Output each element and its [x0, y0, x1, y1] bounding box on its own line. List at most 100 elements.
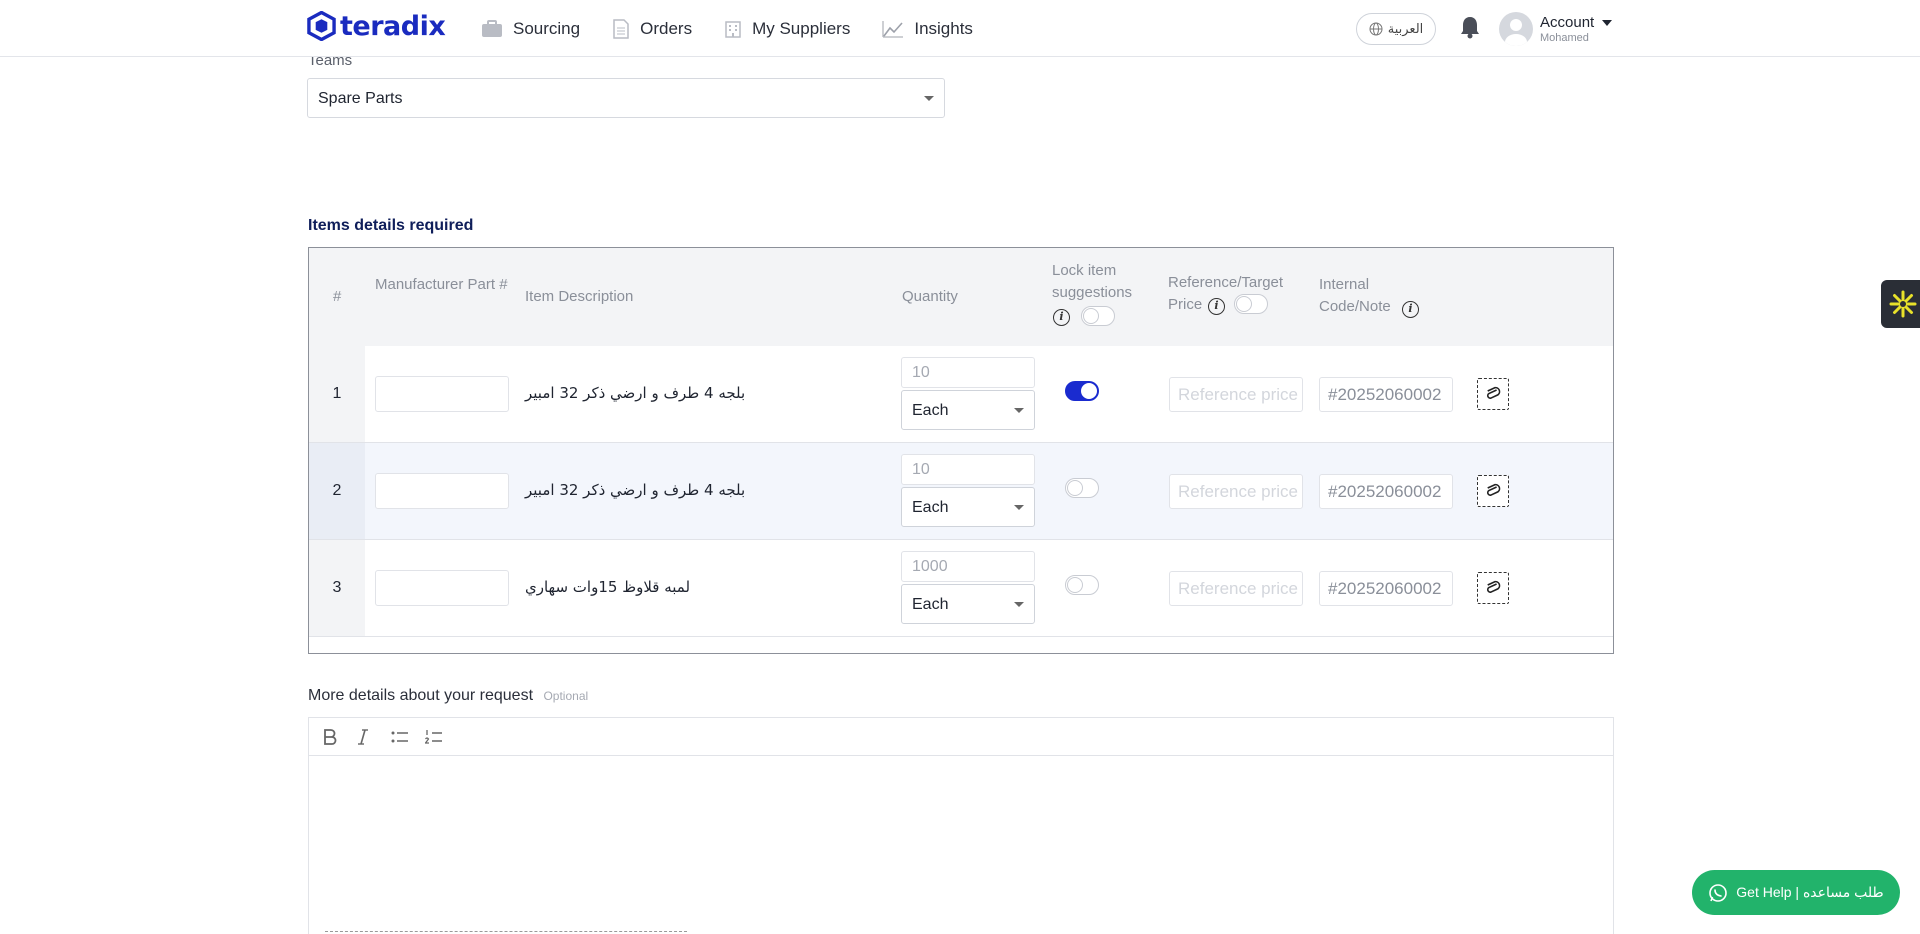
- optional-hint: Optional: [543, 689, 589, 703]
- table-row: 2 بلجه 4 طرف و ارضي ذكر 32 امبير 10 Each…: [309, 443, 1613, 540]
- unit-value: Each: [912, 499, 949, 516]
- nav-insights[interactable]: Insights: [882, 19, 973, 39]
- internal-code-input[interactable]: #20252060002: [1319, 571, 1453, 606]
- row-number: 1: [309, 346, 365, 442]
- italic-icon: [358, 728, 368, 745]
- reference-price-input[interactable]: Reference price: [1169, 571, 1303, 606]
- nav-insights-label: Insights: [914, 18, 973, 38]
- language-switch-button[interactable]: العربية: [1356, 13, 1436, 45]
- row-number: 3: [309, 540, 365, 636]
- lock-all-toggle[interactable]: [1081, 306, 1115, 326]
- attach-file-button[interactable]: [1477, 475, 1509, 507]
- code-info-icon[interactable]: i: [1402, 301, 1419, 318]
- chevron-down-icon: [1602, 19, 1613, 26]
- items-table: # Manufacturer Part # Item Description Q…: [308, 247, 1614, 654]
- rich-text-editor[interactable]: [308, 717, 1614, 934]
- account-name-row: Account: [1540, 14, 1613, 31]
- ref-price-toggle[interactable]: [1234, 294, 1268, 314]
- nav-my-suppliers[interactable]: My Suppliers: [724, 19, 850, 39]
- account-username: Mohamed: [1540, 32, 1589, 44]
- editor-toolbar: [309, 718, 1613, 756]
- unit-select[interactable]: Each: [901, 487, 1035, 527]
- item-description: لمبه قلاوظ 15وات سهاري: [525, 578, 691, 596]
- chevron-down-icon: [1014, 602, 1024, 607]
- mpn-input[interactable]: [375, 570, 509, 606]
- bullet-list-button[interactable]: [391, 725, 425, 749]
- row-number: 2: [309, 443, 365, 539]
- teradix-logo[interactable]: teradix: [307, 11, 446, 42]
- nav-sourcing-label: Sourcing: [513, 18, 581, 38]
- col-header-lock-label: Lock item suggestions: [1052, 262, 1133, 301]
- italic-button[interactable]: [357, 725, 391, 749]
- toggle-knob: [1067, 577, 1083, 593]
- table-row: 1 بلجه 4 طرف و ارضي ذكر 32 امبير 10 Each…: [309, 346, 1613, 443]
- unit-select[interactable]: Each: [901, 584, 1035, 624]
- document-icon: [613, 18, 629, 39]
- table-row: 3 لمبه قلاوظ 15وات سهاري 1000 Each Refer…: [309, 540, 1613, 637]
- nav-orders-label: Orders: [640, 18, 693, 38]
- numbered-list-button[interactable]: [425, 725, 459, 749]
- col-header-code: Internal Code/Note: [1319, 274, 1409, 318]
- bold-icon: [324, 728, 337, 745]
- items-table-header: # Manufacturer Part # Item Description Q…: [309, 248, 1613, 346]
- account-label: Account: [1540, 14, 1595, 31]
- account-menu[interactable]: Account Mohamed: [1540, 14, 1613, 44]
- bold-button[interactable]: [323, 725, 357, 749]
- teams-selected-value: Spare Parts: [318, 90, 403, 107]
- teams-select[interactable]: Spare Parts: [307, 78, 945, 118]
- globe-icon: [1369, 22, 1383, 36]
- quantity-input[interactable]: 1000: [901, 551, 1035, 582]
- toggle-knob: [1236, 296, 1252, 312]
- lock-suggestions-toggle[interactable]: [1065, 575, 1099, 595]
- unit-select[interactable]: Each: [901, 390, 1035, 430]
- unit-value: Each: [912, 596, 949, 613]
- quantity-input[interactable]: 10: [901, 357, 1035, 388]
- avatar[interactable]: [1499, 12, 1533, 46]
- get-help-label: Get Help | طلب مساعده: [1736, 884, 1884, 900]
- building-icon: [725, 20, 741, 38]
- col-header-description: Item Description: [525, 288, 634, 305]
- chart-line-icon: [882, 20, 904, 37]
- teradix-logo-mark-icon: [307, 11, 336, 41]
- notification-bell-icon[interactable]: [1459, 15, 1481, 39]
- col-header-code-label: Internal Code/Note: [1319, 276, 1391, 315]
- ref-price-info-icon[interactable]: i: [1208, 298, 1225, 315]
- col-header-mpn: Manufacturer Part #: [375, 276, 508, 293]
- more-details-title: More details about your request: [308, 687, 534, 704]
- unit-value: Each: [912, 402, 949, 419]
- internal-code-input[interactable]: #20252060002: [1319, 474, 1453, 509]
- attach-file-button[interactable]: [1477, 572, 1509, 604]
- lock-suggestions-toggle[interactable]: [1065, 381, 1099, 401]
- internal-code-input[interactable]: #20252060002: [1319, 377, 1453, 412]
- reference-price-input[interactable]: Reference price: [1169, 377, 1303, 412]
- quantity-input[interactable]: 10: [901, 454, 1035, 485]
- mpn-input[interactable]: [375, 473, 509, 509]
- item-description: بلجه 4 طرف و ارضي ذكر 32 امبير: [525, 384, 746, 402]
- get-help-button[interactable]: Get Help | طلب مساعده: [1692, 870, 1900, 915]
- toggle-knob: [1083, 308, 1099, 324]
- bullet-list-icon: [391, 731, 408, 742]
- col-header-num: #: [333, 288, 342, 305]
- lock-suggestions-toggle[interactable]: [1065, 478, 1099, 498]
- language-label: العربية: [1387, 21, 1424, 36]
- top-navigation-bar: teradix Sourcing Orders My Suppliers Ins…: [0, 0, 1920, 57]
- main-nav: Sourcing Orders My Suppliers Insights: [481, 0, 1005, 57]
- mpn-input[interactable]: [375, 376, 509, 412]
- paperclip-icon: [1486, 386, 1501, 399]
- paperclip-icon: [1486, 580, 1501, 593]
- lock-info-icon[interactable]: i: [1053, 309, 1070, 326]
- nav-orders[interactable]: Orders: [612, 19, 692, 39]
- attach-file-button[interactable]: [1477, 378, 1509, 410]
- whatsapp-icon: [1709, 883, 1728, 902]
- col-header-quantity: Quantity: [902, 288, 958, 305]
- chevron-down-icon: [1014, 408, 1024, 413]
- briefcase-icon: [482, 19, 502, 37]
- nav-sourcing[interactable]: Sourcing: [481, 19, 580, 39]
- nav-my-suppliers-label: My Suppliers: [752, 18, 851, 38]
- numbered-list-icon: [425, 729, 442, 744]
- toggle-knob: [1081, 383, 1097, 399]
- reference-price-input[interactable]: Reference price: [1169, 474, 1303, 509]
- toggle-knob: [1067, 480, 1083, 496]
- more-details-label: More details about your request Optional: [308, 687, 588, 705]
- side-widget-button[interactable]: [1881, 280, 1920, 328]
